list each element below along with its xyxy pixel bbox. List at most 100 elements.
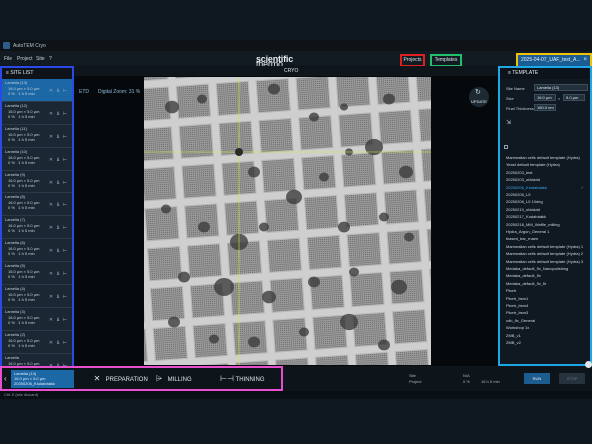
site-list-item[interactable]: Lamella (7) 16.0 µm × 5.0 µm 0 % 1 h 5 min… [2,216,72,240]
chevron-left-icon[interactable]: ‹ [4,373,10,385]
site-item-icons[interactable]: ✕ ⫫ ⊢ [49,134,68,140]
viewer-header: CRYO [74,66,498,76]
site-name-field[interactable]: Lamella (13) [534,84,588,91]
microscope-view[interactable]: ETD Digital Zoom: 31 % ↻ UPDATE [74,76,498,366]
site-list-item[interactable]: Lamella (9) 16.0 µm × 5.0 µm 0 % 1 h 5 min… [2,170,72,194]
template-list-item[interactable]: 20250203_test [506,169,586,176]
site-list-item[interactable]: Lamella (11) 16.0 µm × 5.0 µm 0 % 1 h 5 mi… [2,124,72,148]
menu-help[interactable]: ? [49,56,52,62]
current-site-card[interactable]: Lamella (13) 16.0 µm × 5.0 µm 20250206_K… [11,370,74,388]
site-item-icons[interactable]: ✕ ⫫ ⊢ [49,317,68,323]
site-list-item[interactable]: Lamella (3) 16.0 µm × 5.0 µm 0 % 1 h 5 min… [2,307,72,331]
template-list-item[interactable]: 20250218_MM_Waffle_milling [506,221,586,228]
site-item-percent: 0 % [8,251,15,257]
template-select-checkbox[interactable] [504,145,508,149]
site-list-item[interactable]: Lamella (2) 16.0 µm × 5.0 µm 0 % 1 h 5 min… [2,330,72,354]
close-icon[interactable]: × [583,55,587,66]
site-item-icons[interactable]: ✕ ⫫ ⊢ [49,271,68,277]
site-list-item[interactable]: Lamella (12) 16.0 µm × 5.0 µm 0 % 1 h 5 mi… [2,101,72,125]
site-item-time: 1 h 5 min [18,205,35,211]
site-list-item[interactable]: Lamella (6) 16.0 µm × 5.0 µm 0 % 1 h 5 min… [2,239,72,263]
site-item-icons[interactable]: ✕ ⫫ ⊢ [49,180,68,186]
site-item-icons[interactable]: ✕ ⫫ ⊢ [49,88,68,94]
step-thinning[interactable]: ⊢⊣ THINNING [220,372,265,386]
site-item-icons[interactable]: ✕ ⫫ ⊢ [49,225,68,231]
size-height-field[interactable]: 5.0 µm [563,94,585,101]
template-list-item[interactable]: Plcetr_bsm3 [506,309,586,316]
template-list-item[interactable]: 20250206_Kludabáákk [506,184,586,191]
template-list-item[interactable]: 20250210_oblakdd [506,206,586,213]
template-list-item[interactable]: Medaka_default_flx_Nanopolishing [506,265,586,272]
preparation-icon: ✕ [93,374,101,383]
step-preparation[interactable]: ✕ PREPARATION [90,372,148,386]
template-list-item[interactable]: ZMB_v2 [506,339,586,346]
site-item-icons[interactable]: ✕ ⫫ ⊢ [49,202,68,208]
refresh-icon: ↻ [475,89,481,96]
site-item-time: 1 h 5 min [18,251,35,257]
site-item-icons[interactable]: ✕ ⫫ ⊢ [49,111,68,117]
site-item-icons[interactable]: ✕ ⫫ ⊢ [49,340,68,346]
stop-button[interactable]: STOP [559,373,585,384]
template-list-item[interactable]: 20250203_oblakdd [506,176,586,183]
status-site-label: Site [409,373,416,378]
help-icon[interactable] [585,361,592,368]
site-list-item[interactable]: Lamella (13) 16.0 µm × 5.0 µm 0 % 1 h 5 mi… [2,79,72,102]
size-width-field[interactable]: 16.0 µm [534,94,556,101]
template-list-item[interactable]: Hydra_Argon_General 1 [506,228,586,235]
site-item-time: 1 h 5 min [18,342,35,348]
current-site-template: 20250206_Kludabáákk [14,381,55,386]
detector-label: ETD [79,89,89,95]
template-list-item[interactable]: Mammalian cells default template (Hydra)… [506,258,586,265]
site-item-time: 1 h 5 min [18,274,35,280]
thickness-field[interactable]: 180.0 nm [534,104,556,111]
template-list-item[interactable]: 20250206_L5 10deg [506,198,586,205]
step-milling[interactable]: ⩥ MILLING [152,372,192,386]
template-list-item[interactable]: Plcetr [506,287,586,294]
update-label: UPDATE [471,99,487,104]
menu-site[interactable]: Site [36,56,45,62]
site-item-time: 1 h 5 min [18,113,35,119]
site-item-percent: 0 % [8,182,15,188]
template-list-item[interactable]: Medaka_default_flx [506,272,586,279]
site-item-percent: 0 % [8,342,15,348]
site-item-time: 1 h 5 min [18,91,35,96]
title-bar: AutoTEM Cryo [0,40,592,51]
zoom-fit-icon[interactable]: ⇲ [506,119,511,126]
site-item-icons[interactable]: ✕ ⫫ ⊢ [49,294,68,300]
site-list-item[interactable]: Lamella (8) 16.0 µm × 5.0 µm 0 % 1 h 5 min… [2,193,72,217]
template-list-item[interactable]: biased_bar_rnaen [506,235,586,242]
run-button[interactable]: RUN [524,373,550,384]
template-list-item[interactable]: Medaka_default_flx_flr [506,280,586,287]
site-item-percent: 0 % [8,274,15,280]
check-icon: ✓ [580,184,584,190]
site-item-percent: 0 % [8,297,15,303]
menu-project[interactable]: Project [17,56,33,62]
menu-file[interactable]: File [4,56,12,62]
template-list-item[interactable]: Plcetr_bsm4 [506,302,586,309]
template-list-item[interactable]: Mammalian cells default template (Hydra)… [506,250,586,257]
app-title: AutoTEM Cryo [13,43,46,49]
site-item-time: 1 h 5 min [18,228,35,234]
template-list-item[interactable]: Yeast default template (Hydra) [506,161,586,168]
template-list-item[interactable]: Workshop 1x [506,324,586,331]
update-button[interactable]: ↻ UPDATE [469,87,489,107]
cryo-image [144,77,431,365]
status-site-value: N/A [463,373,470,378]
template-list-item[interactable]: 20250217_Kudabáákk [506,213,586,220]
template-list-item[interactable]: cdb_flx_General [506,317,586,324]
template-list-item[interactable]: Mammalian cells default template (Hydra)… [506,243,586,250]
site-list-header: ≡ SITE LIST [2,68,72,79]
site-list-item[interactable]: Lamella (10) 16.0 µm × 5.0 µm 0 % 1 h 5 mi… [2,147,72,171]
template-list-item[interactable]: ZMB_v1 [506,332,586,339]
template-panel: ≡ TEMPLATE Site Name Lamella (13) Size 1… [498,66,592,366]
template-list-item[interactable]: Mammalian cells default template (Hydra) [506,154,586,161]
milling-icon: ⩥ [155,374,163,383]
viewer-title: CRYO [284,68,299,74]
template-list-item[interactable]: 20250206_L5 [506,191,586,198]
site-item-icons[interactable]: ✕ ⫫ ⊢ [49,157,68,163]
site-list-item[interactable]: Lamella (5) 16.0 µm × 5.0 µm 0 % 1 h 5 min… [2,262,72,286]
site-list-item[interactable]: Lamella (4) 16.0 µm × 5.0 µm 0 % 1 h 5 min… [2,285,72,308]
template-list-item[interactable]: Plcetr_bsm1 [506,295,586,302]
site-list-title: SITE LIST [10,70,34,76]
site-item-icons[interactable]: ✕ ⫫ ⊢ [49,248,68,254]
